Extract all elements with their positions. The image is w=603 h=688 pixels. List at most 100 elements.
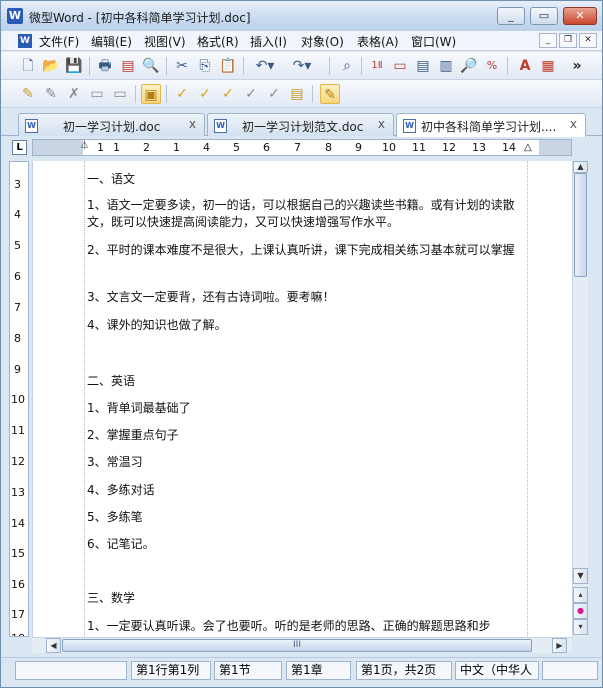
pages-icon[interactable]: ▤ bbox=[413, 56, 433, 76]
menu-window[interactable]: 窗口(W) bbox=[411, 33, 456, 50]
document-tab-bar: W 初一学习计划.doc x W 初一学习计划范文.doc x W 初中各科简单… bbox=[1, 108, 602, 137]
toolbar-separator bbox=[166, 57, 167, 75]
menu-file[interactable]: 文件(F) bbox=[39, 33, 79, 50]
toolbar-separator bbox=[361, 57, 362, 75]
browse-object-button[interactable]: ● bbox=[573, 603, 588, 619]
highlight-icon[interactable]: ✎ bbox=[18, 84, 38, 104]
scroll-up-button[interactable]: ▲ bbox=[573, 161, 588, 173]
edit-icon[interactable]: ✎ bbox=[41, 84, 61, 104]
page-number-icon[interactable]: 1Ⅱ bbox=[367, 56, 387, 76]
document-icon[interactable]: W bbox=[18, 34, 32, 48]
tab-close-icon[interactable]: x bbox=[570, 117, 577, 131]
standard-toolbar: 🗋 📂 💾 🖶 ▤ 🔍 ✂ ⎘ 📋 ↶▾ ↷▾ ⌕ 1Ⅱ ▭ ▤ ▥ 🔎 % A… bbox=[1, 52, 602, 80]
document-body[interactable]: 一、语文 1、语文一定要多读，初一的话，可以根据自己的兴趣读些书籍。或有计划的读… bbox=[84, 161, 528, 637]
minimize-icon: _ bbox=[508, 9, 514, 22]
paragraph: 2、平时的课本难度不是很大，上课认真听讲，课下完成相关练习基本就可以掌握 bbox=[87, 243, 515, 257]
scroll-right-button[interactable]: ▶ bbox=[552, 638, 567, 653]
tab-doc-1[interactable]: W 初一学习计划.doc x bbox=[18, 113, 205, 136]
horizontal-ruler-row: L ⏃ 1 1 2 1 4 5 6 7 8 9 10 11 12 13 14 △ bbox=[1, 137, 602, 159]
print-preview-icon[interactable]: 🔍 bbox=[141, 56, 161, 76]
toolbar-separator bbox=[329, 57, 330, 75]
revision-icon[interactable]: ▭ bbox=[110, 84, 130, 104]
scroll-left-button[interactable]: ◀ bbox=[46, 638, 61, 653]
status-empty-field bbox=[15, 661, 127, 680]
tab-close-icon[interactable]: x bbox=[378, 117, 385, 131]
mdi-minimize-button[interactable]: _ bbox=[539, 33, 557, 48]
horizontal-scrollbar[interactable]: ◀ III ▶ bbox=[32, 637, 572, 653]
percent-icon[interactable]: % bbox=[482, 56, 502, 76]
redo-icon[interactable]: ↷▾ bbox=[288, 56, 316, 76]
review-pane-icon[interactable]: ✎ bbox=[320, 84, 340, 104]
toolbar-overflow-icon[interactable]: » bbox=[567, 56, 587, 76]
right-indent-marker[interactable]: △ bbox=[524, 142, 532, 153]
menu-object[interactable]: 对象(O) bbox=[301, 33, 344, 50]
tab-label: 初中各科简单学习计划.... bbox=[421, 120, 557, 134]
accept-all-icon[interactable]: ✓ bbox=[195, 84, 215, 104]
paste-icon[interactable]: 📋 bbox=[218, 56, 238, 76]
reject-all-icon[interactable]: ✓ bbox=[241, 84, 261, 104]
ruler-mark: 10 bbox=[382, 141, 396, 154]
word-app-icon[interactable]: W bbox=[7, 8, 23, 24]
copy-icon[interactable]: ⎘ bbox=[195, 56, 215, 76]
save-icon[interactable]: 💾 bbox=[64, 56, 84, 76]
status-extra-field bbox=[542, 661, 598, 680]
first-line-indent-marker[interactable]: ⏃ bbox=[80, 138, 89, 151]
undo-icon[interactable]: ↶▾ bbox=[251, 56, 279, 76]
previous-page-button[interactable]: ▴ bbox=[573, 587, 588, 603]
accept-icon[interactable]: ✓ bbox=[172, 84, 192, 104]
tab-doc-3-active[interactable]: W 初中各科简单学习计划.... x bbox=[396, 113, 586, 137]
new-doc-icon[interactable]: 🗋 bbox=[18, 56, 38, 76]
menu-edit[interactable]: 编辑(E) bbox=[91, 33, 132, 50]
status-bar: 第1行第1列 第1节 第1章 第1页，共2页 中文（中华人 bbox=[1, 657, 602, 687]
document-page[interactable]: 一、语文 1、语文一定要多读，初一的话，可以根据自己的兴趣读些书籍。或有计划的读… bbox=[32, 161, 572, 637]
vruler-mark: 8 bbox=[14, 332, 21, 345]
scroll-down-button[interactable]: ▼ bbox=[573, 568, 588, 584]
tab-stop-selector[interactable]: L bbox=[12, 140, 27, 155]
ruler-mark: 7 bbox=[294, 141, 301, 154]
pdf-icon[interactable]: ▤ bbox=[118, 56, 138, 76]
application-window: W 微型Word - [初中各科简单学习计划.doc] _ ▭ ✕ W 文件(F… bbox=[0, 0, 603, 688]
vertical-scrollbar[interactable]: ▲ ▼ ▴ ● ▾ bbox=[572, 161, 588, 637]
next-page-button[interactable]: ▾ bbox=[573, 619, 588, 635]
horizontal-ruler[interactable]: ⏃ 1 1 2 1 4 5 6 7 8 9 10 11 12 13 14 △ bbox=[32, 139, 572, 156]
print-icon[interactable]: 🖶 bbox=[95, 56, 115, 76]
maximize-icon: ▭ bbox=[538, 9, 550, 22]
properties-icon[interactable]: ▦ bbox=[538, 56, 558, 76]
menu-format[interactable]: 格式(R) bbox=[197, 33, 239, 50]
title-bar[interactable]: W 微型Word - [初中各科简单学习计划.doc] _ ▭ ✕ bbox=[1, 1, 602, 31]
menu-insert[interactable]: 插入(I) bbox=[250, 33, 287, 50]
maximize-button[interactable]: ▭ bbox=[530, 7, 558, 25]
vruler-mark: 5 bbox=[14, 239, 21, 252]
columns-icon[interactable]: ▥ bbox=[436, 56, 456, 76]
find-icon[interactable]: ⌕ bbox=[337, 56, 357, 76]
horizontal-scroll-thumb[interactable]: III bbox=[62, 639, 532, 652]
ruler-mark: 11 bbox=[412, 141, 426, 154]
vruler-mark: 7 bbox=[14, 301, 21, 314]
mdi-restore-button[interactable]: ❐ bbox=[559, 33, 577, 48]
vertical-scroll-thumb[interactable] bbox=[574, 173, 587, 277]
word-doc-icon: W bbox=[403, 119, 416, 133]
menu-view[interactable]: 视图(V) bbox=[144, 33, 186, 50]
zoom-icon[interactable]: 🔎 bbox=[459, 56, 479, 76]
delete-edit-icon[interactable]: ✗ bbox=[64, 84, 84, 104]
heading-math: 三、数学 bbox=[87, 591, 136, 605]
compare-icon[interactable]: ✓ bbox=[264, 84, 284, 104]
tab-close-icon[interactable]: x bbox=[189, 117, 196, 131]
cut-icon[interactable]: ✂ bbox=[172, 56, 192, 76]
comment-icon[interactable]: ▭ bbox=[87, 84, 107, 104]
menu-table[interactable]: 表格(A) bbox=[357, 33, 399, 50]
review-toolbar: ✎ ✎ ✗ ▭ ▭ ▣ ✓ ✓ ✓ ✓ ✓ ▤ ✎ bbox=[1, 80, 602, 108]
paragraph: 3、文言文一定要背，还有古诗词啦。要考嘛！ bbox=[87, 290, 335, 304]
reject-icon[interactable]: ✓ bbox=[218, 84, 238, 104]
minimize-button[interactable]: _ bbox=[497, 7, 525, 25]
fields-icon[interactable]: ▭ bbox=[390, 56, 410, 76]
track-changes-icon[interactable]: ▣ bbox=[141, 84, 161, 104]
tab-doc-2[interactable]: W 初一学习计划范文.doc x bbox=[207, 113, 394, 136]
status-language: 中文（中华人 bbox=[455, 661, 539, 680]
close-button[interactable]: ✕ bbox=[563, 7, 597, 25]
vertical-ruler[interactable]: 3 4 5 6 7 8 9 10 11 12 13 14 15 16 17 18 bbox=[9, 161, 29, 637]
text-color-icon[interactable]: A bbox=[515, 56, 535, 76]
mdi-close-button[interactable]: ✕ bbox=[579, 33, 597, 48]
open-folder-icon[interactable]: 📂 bbox=[41, 56, 61, 76]
review-note-icon[interactable]: ▤ bbox=[287, 84, 307, 104]
